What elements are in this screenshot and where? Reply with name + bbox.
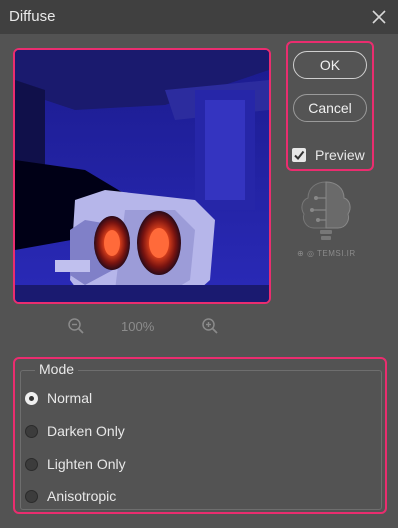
watermark-text: ⊕ ◎ TEMSI.IR: [297, 249, 356, 258]
preview-label: Preview: [315, 147, 365, 163]
mode-option-normal[interactable]: Normal: [25, 390, 92, 406]
mode-legend: Mode: [35, 361, 79, 377]
mode-section: Mode Normal Darken Only Lighten Only Ani…: [13, 357, 387, 514]
mode-option-label: Darken Only: [47, 423, 125, 439]
radio-unselected-icon[interactable]: [25, 424, 38, 438]
title-bar: Diffuse: [0, 0, 398, 34]
watermark-label: TEMSI.IR: [317, 249, 356, 258]
action-group: OK Cancel Preview: [286, 41, 374, 171]
close-icon[interactable]: [370, 8, 388, 26]
mode-option-label: Normal: [47, 390, 93, 406]
checkbox-checked-icon[interactable]: [292, 148, 306, 162]
radio-unselected-icon[interactable]: [25, 457, 38, 471]
zoom-in-icon[interactable]: [201, 317, 219, 335]
globe-icon: ⊕: [297, 249, 305, 258]
instagram-icon: ◎: [306, 249, 315, 258]
radio-unselected-icon[interactable]: [25, 489, 38, 503]
mode-option-anisotropic[interactable]: Anisotropic: [25, 488, 116, 504]
mode-option-label: Lighten Only: [47, 456, 126, 472]
preview-canvas: [15, 50, 269, 302]
mode-option-lighten-only[interactable]: Lighten Only: [25, 456, 126, 472]
zoom-controls: 100%: [0, 316, 285, 338]
preview-checkbox[interactable]: Preview: [292, 147, 365, 163]
ok-button[interactable]: OK: [293, 51, 367, 79]
mode-option-darken-only[interactable]: Darken Only: [25, 423, 125, 439]
radio-selected-icon[interactable]: [25, 391, 38, 405]
dialog-title: Diffuse: [9, 8, 56, 25]
mode-option-label: Anisotropic: [47, 488, 117, 504]
cancel-button[interactable]: Cancel: [293, 94, 367, 122]
zoom-level: 100%: [121, 319, 155, 334]
brain-logo-icon: [301, 181, 351, 240]
preview-image[interactable]: [13, 48, 271, 304]
zoom-out-icon[interactable]: [67, 317, 85, 335]
